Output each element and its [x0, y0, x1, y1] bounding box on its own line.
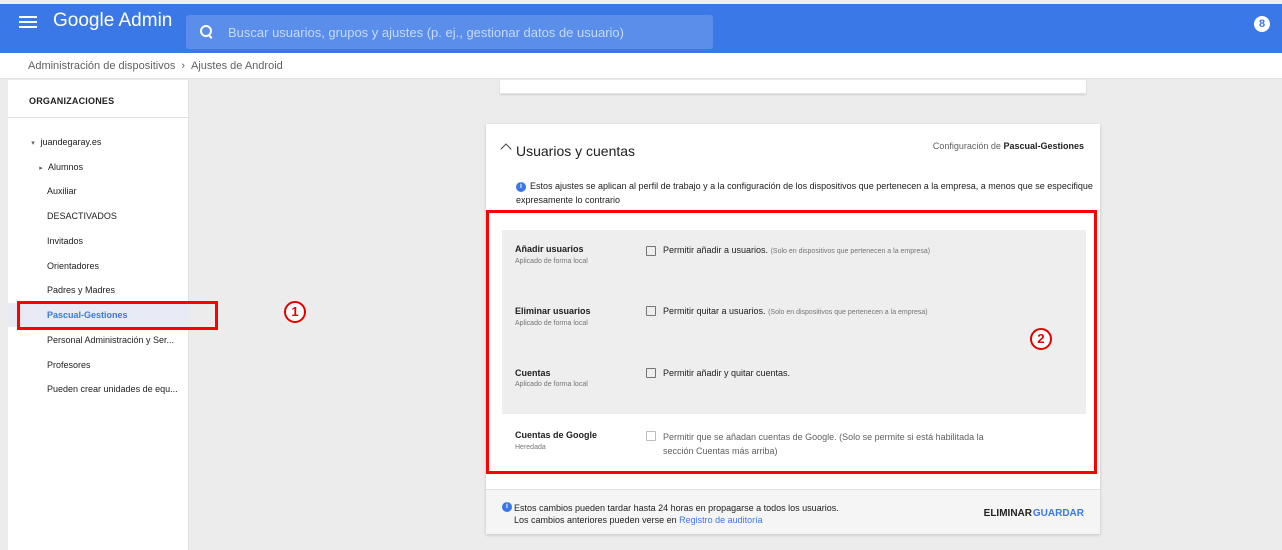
section-title: Usuarios y cuentas	[516, 143, 636, 159]
top-bar: Google Admin Buscar usuarios, grupos y a…	[0, 0, 1282, 53]
highlight-box-settings	[486, 210, 1097, 474]
org-item-auxiliar[interactable]: Auxiliar	[8, 179, 189, 203]
search-icon	[200, 25, 214, 39]
footer-line2-prefix: Los cambios anteriores pueden verse en	[514, 515, 677, 525]
org-item-label: Orientadores	[47, 261, 100, 271]
org-item-label: Pueden crear unidades de equ...	[47, 384, 178, 394]
audit-log-link[interactable]: Registro de auditoría	[679, 515, 763, 525]
info-icon: i	[502, 502, 512, 512]
chevron-up-icon[interactable]	[500, 143, 512, 155]
org-item-label: juandegaray.es	[40, 137, 102, 147]
config-org: Pascual-Gestiones	[1003, 141, 1084, 151]
org-item-pueden[interactable]: Pueden crear unidades de equ...	[8, 377, 189, 401]
search-input[interactable]: Buscar usuarios, grupos y ajustes (p. ej…	[228, 25, 624, 40]
org-item-invitados[interactable]: Invitados	[8, 229, 189, 253]
caret-down-icon[interactable]: ▾	[28, 132, 38, 154]
info-icon: i	[516, 181, 526, 192]
sidebar-title: ORGANIZACIONES	[29, 96, 115, 106]
marker-one: 1	[284, 301, 306, 323]
breadcrumb-item-android: Ajustes de Android	[191, 60, 283, 72]
config-prefix: Configuración de	[932, 141, 1001, 151]
menu-icon[interactable]	[19, 14, 37, 32]
save-button[interactable]: GUARDAR	[1033, 508, 1084, 519]
footer-line1: Estos cambios pueden tardar hasta 24 hor…	[514, 503, 839, 513]
footer-note: Estos cambios pueden tardar hasta 24 hor…	[514, 502, 839, 526]
divider	[8, 117, 189, 118]
marker-two: 2	[1030, 328, 1052, 350]
card-footer: i Estos cambios pueden tardar hasta 24 h…	[486, 489, 1100, 534]
info-text: Estos ajustes se aplican al perfil de tr…	[516, 181, 1093, 205]
info-note: i Estos ajustes se aplican al perfil de t…	[516, 179, 1096, 207]
org-item-personal[interactable]: Personal Administración y Ser...	[8, 328, 189, 352]
org-item-label: Alumnos	[48, 162, 84, 172]
card-header[interactable]: Usuarios y cuentas Configuración de Pasc…	[486, 124, 1100, 166]
caret-right-icon[interactable]: ▸	[36, 157, 46, 179]
org-item-label: Invitados	[47, 236, 84, 246]
org-item-label: DESACTIVADOS	[47, 211, 117, 221]
org-item-desactivados[interactable]: DESACTIVADOS	[8, 204, 189, 228]
breadcrumb-separator: ›	[181, 60, 186, 72]
breadcrumb: Administración de dispositivos › Ajustes d…	[0, 53, 1282, 79]
org-item-profesores[interactable]: Profesores	[8, 353, 189, 377]
org-item-root[interactable]: ▾ juandegaray.es	[8, 130, 189, 154]
org-item-label: Padres y Madres	[47, 285, 116, 295]
org-item-label: Profesores	[47, 360, 91, 370]
previous-card	[500, 80, 1086, 94]
account-icon[interactable]: 8	[1254, 16, 1270, 32]
org-item-padres[interactable]: Padres y Madres	[8, 278, 189, 302]
search-bar[interactable]: Buscar usuarios, grupos y ajustes (p. ej…	[186, 15, 713, 49]
org-item-alumnos[interactable]: ▸ Alumnos	[8, 155, 189, 179]
org-item-label: Personal Administración y Ser...	[47, 335, 175, 345]
delete-button[interactable]: ELIMINAR	[984, 508, 1032, 519]
breadcrumb-item-devices[interactable]: Administración de dispositivos	[28, 60, 175, 72]
footer-line2: Los cambios anteriores pueden verse en R…	[514, 514, 839, 526]
org-item-label: Auxiliar	[47, 186, 77, 196]
highlight-box-org	[17, 301, 218, 330]
org-item-orientadores[interactable]: Orientadores	[8, 254, 189, 278]
config-info: Configuración de Pascual-Gestiones	[933, 141, 1084, 151]
app-title[interactable]: Google Admin	[53, 10, 172, 32]
